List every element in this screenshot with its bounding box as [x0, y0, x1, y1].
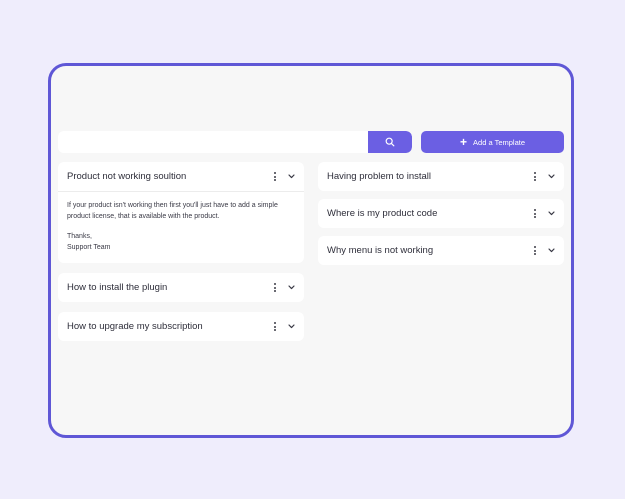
- add-template-label: Add a Template: [473, 137, 525, 147]
- left-column: Product not working soultion If your pro…: [58, 162, 304, 351]
- app-panel: + Add a Template Product not working sou…: [48, 63, 574, 438]
- faq-card-title: Why menu is not working: [327, 245, 434, 256]
- faq-card: How to install the plugin: [58, 273, 304, 302]
- more-options-icon[interactable]: [270, 281, 280, 295]
- faq-card-body: If your product isn't working then first…: [58, 191, 304, 263]
- faq-card-title: Where is my product code: [327, 208, 438, 219]
- faq-card-header[interactable]: Product not working soultion: [58, 162, 304, 191]
- chevron-down-icon[interactable]: [546, 246, 556, 256]
- right-column: Having problem to install Where is my pr…: [318, 162, 564, 273]
- more-options-icon[interactable]: [270, 170, 280, 184]
- search-bar: [58, 131, 412, 153]
- faq-card: Having problem to install: [318, 162, 564, 191]
- faq-card-title: Product not working soultion: [67, 171, 187, 182]
- chevron-down-icon[interactable]: [286, 322, 296, 332]
- faq-card-header[interactable]: How to upgrade my subscription: [58, 312, 304, 341]
- faq-card-title: How to install the plugin: [67, 282, 168, 293]
- faq-card-title: How to upgrade my subscription: [67, 321, 203, 332]
- more-options-icon[interactable]: [530, 207, 540, 221]
- plus-icon: +: [460, 135, 468, 149]
- faq-card-title: Having problem to install: [327, 171, 432, 182]
- faq-card-header[interactable]: Why menu is not working: [318, 236, 564, 265]
- faq-card: How to upgrade my subscription: [58, 312, 304, 341]
- chevron-down-icon[interactable]: [546, 172, 556, 182]
- faq-card: Product not working soultion If your pro…: [58, 162, 304, 263]
- faq-answer-text: If your product isn't working then first…: [67, 202, 278, 220]
- more-options-icon[interactable]: [530, 244, 540, 258]
- faq-answer-closing: Thanks,: [67, 233, 92, 240]
- chevron-down-icon[interactable]: [286, 172, 296, 182]
- chevron-down-icon[interactable]: [286, 283, 296, 293]
- faq-card-header[interactable]: Where is my product code: [318, 199, 564, 228]
- add-template-button[interactable]: + Add a Template: [421, 131, 564, 153]
- search-input[interactable]: [58, 131, 368, 153]
- faq-card-header[interactable]: How to install the plugin: [58, 273, 304, 302]
- more-options-icon[interactable]: [530, 170, 540, 184]
- search-button[interactable]: [368, 131, 412, 153]
- more-options-icon[interactable]: [270, 320, 280, 334]
- search-icon: [385, 137, 395, 147]
- faq-card: Why menu is not working: [318, 236, 564, 265]
- faq-answer-signature: Support Team: [67, 243, 111, 251]
- chevron-down-icon[interactable]: [546, 209, 556, 219]
- faq-card: Where is my product code: [318, 199, 564, 228]
- faq-card-header[interactable]: Having problem to install: [318, 162, 564, 191]
